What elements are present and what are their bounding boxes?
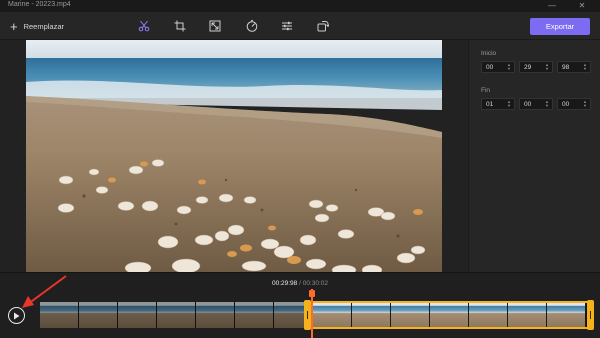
end-minutes-field[interactable]: 00 ▲ ▼	[519, 98, 553, 110]
end-seconds-field[interactable]: 00 ▲ ▼	[557, 98, 591, 110]
trim-selection[interactable]	[306, 301, 593, 329]
plus-icon: +	[10, 18, 18, 34]
adjust-tool-button[interactable]	[279, 18, 295, 34]
end-hours-value: 01	[486, 100, 494, 108]
spinner-arrows-icon[interactable]: ▲ ▼	[545, 100, 549, 108]
total-time: 00:30:02	[302, 280, 329, 287]
spinner-arrows-icon[interactable]: ▲ ▼	[583, 100, 587, 108]
end-label: Fin	[481, 87, 491, 94]
end-hours-field[interactable]: 01 ▲ ▼	[481, 98, 515, 110]
play-icon	[14, 312, 20, 319]
trim-settings-panel: Inicio 00 ▲ ▼ 29 ▲ ▼ 98 ▲ ▼ Fin 01 ▲ ▼ 00 ▲ ▼…	[468, 40, 600, 272]
crop-tool-button[interactable]	[172, 18, 188, 34]
export-button[interactable]: Exportar	[530, 18, 590, 35]
trim-start-handle[interactable]	[304, 300, 311, 330]
beach-video-frame	[26, 40, 442, 272]
start-label: Inicio	[481, 50, 497, 57]
crop-icon	[174, 20, 186, 32]
start-minutes-value: 29	[524, 63, 532, 71]
window-title: Marine - 20223.mp4	[8, 1, 71, 8]
rotate-tool-button[interactable]	[315, 18, 331, 34]
start-seconds-field[interactable]: 98 ▲ ▼	[557, 61, 591, 73]
close-button[interactable]: ✕	[573, 0, 591, 12]
minimize-button[interactable]: —	[543, 0, 561, 12]
start-minutes-field[interactable]: 29 ▲ ▼	[519, 61, 553, 73]
title-bar: Marine - 20223.mp4 — ✕	[0, 0, 600, 12]
scissors-icon	[138, 20, 150, 32]
play-button[interactable]	[8, 307, 25, 324]
preview-area	[0, 40, 468, 272]
end-seconds-value: 00	[562, 100, 570, 108]
start-hours-value: 00	[486, 63, 494, 71]
spinner-arrows-icon[interactable]: ▲ ▼	[507, 100, 511, 108]
time-readout: 00:29:98 / 00:30:02	[0, 280, 600, 287]
toolbar: + Reemplazar Exportar	[0, 12, 600, 40]
spinner-arrows-icon[interactable]: ▲ ▼	[583, 63, 587, 71]
timeline: 00:29:98 / 00:30:02	[0, 272, 600, 338]
trim-end-handle[interactable]	[587, 300, 594, 330]
spinner-arrows-icon[interactable]: ▲ ▼	[545, 63, 549, 71]
trimmed-out-overlay	[40, 302, 306, 328]
video-preview[interactable]	[26, 40, 442, 272]
end-minutes-value: 00	[524, 100, 532, 108]
spinner-arrows-icon[interactable]: ▲ ▼	[507, 63, 511, 71]
rotate-icon	[317, 21, 329, 32]
speed-icon	[246, 20, 258, 32]
start-seconds-value: 98	[562, 63, 570, 71]
current-time: 00:29:98	[271, 280, 298, 287]
start-hours-field[interactable]: 00 ▲ ▼	[481, 61, 515, 73]
replace-button[interactable]: + Reemplazar	[10, 18, 64, 34]
replace-label: Reemplazar	[23, 21, 65, 31]
speed-tool-button[interactable]	[244, 18, 260, 34]
adjust-icon	[282, 21, 292, 31]
resize-tool-button[interactable]	[207, 18, 223, 34]
playhead-marker[interactable]	[309, 290, 315, 297]
scissors-tool-button[interactable]	[136, 18, 152, 34]
resize-icon	[209, 20, 221, 32]
